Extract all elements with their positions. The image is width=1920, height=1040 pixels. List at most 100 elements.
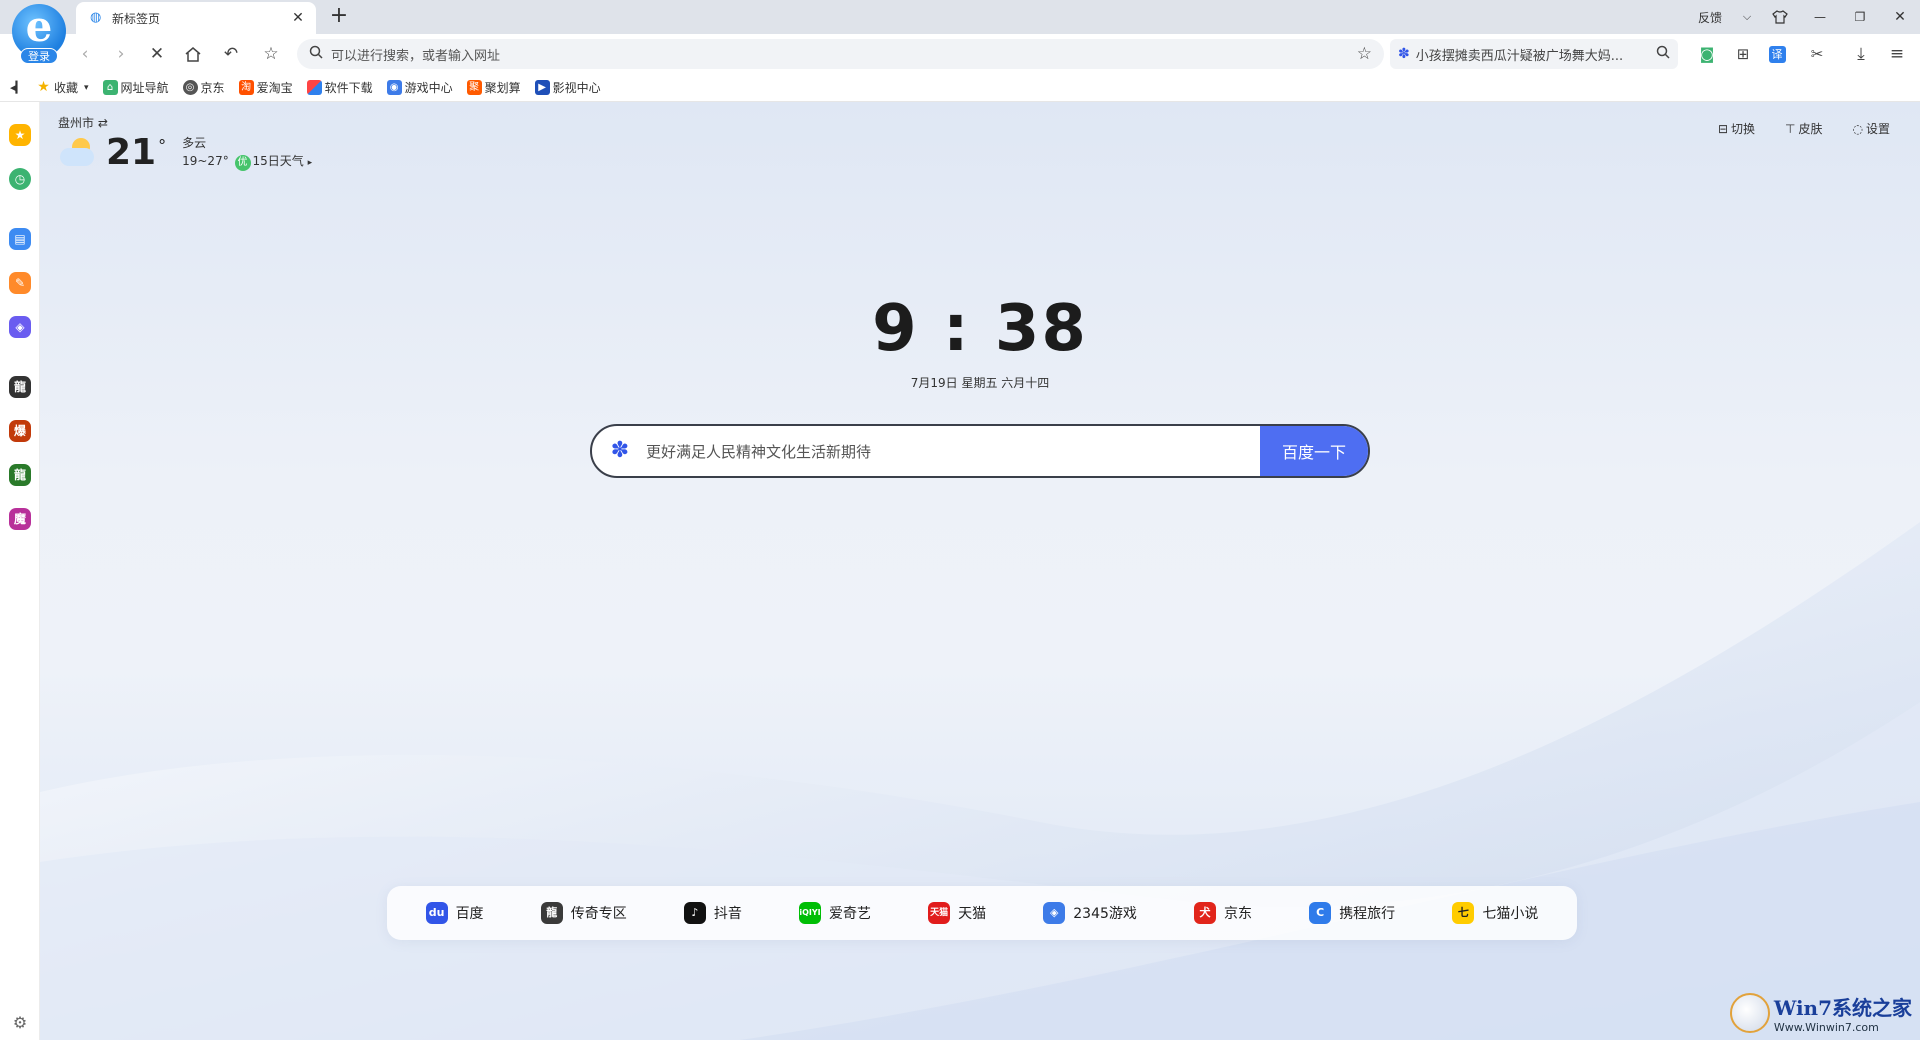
quick-link[interactable]: ♪ 抖音 (683, 902, 742, 924)
tools-icon[interactable]: ✎ (9, 272, 31, 294)
forward-icon[interactable]: › (108, 41, 134, 67)
tmall-icon: 天猫 (928, 902, 951, 924)
baidu-search-button[interactable]: 百度一下 (1260, 426, 1368, 476)
quick-link[interactable]: C 携程旅行 (1309, 902, 1395, 924)
jd-icon: 犬 (1194, 902, 1217, 924)
bookmark-item[interactable]: 软件下载 (306, 79, 373, 96)
close-window-icon[interactable]: ✕ (1880, 0, 1920, 34)
bookmark-star-icon[interactable]: ☆ (258, 41, 284, 67)
page-actions: ⊟ 切换 ⊤ 皮肤 ◌ 设置 (1688, 120, 1890, 137)
logo-e-icon: e (25, 2, 53, 51)
star-icon: ★ (37, 79, 50, 95)
city-selector[interactable]: 盘州市 ⇄ (58, 114, 108, 131)
baidu-icon[interactable]: ✽ (606, 437, 634, 465)
temp-range: 19~27° (182, 154, 229, 168)
game-magic-icon[interactable]: 魔 (9, 508, 31, 530)
translate-icon[interactable]: 译 (1764, 41, 1790, 67)
settings-button[interactable]: ◌ 设置 (1853, 120, 1891, 137)
skin-shirt-icon[interactable] (1760, 0, 1800, 34)
switch-button[interactable]: ⊟ 切换 (1718, 120, 1755, 137)
quick-link[interactable]: 天猫 天猫 (928, 902, 986, 924)
douyin-icon: ♪ (683, 902, 706, 924)
quick-link[interactable]: 犬京东 (1194, 902, 1252, 924)
address-input[interactable]: 可以进行搜索，或者输入网址 (331, 45, 1357, 64)
download-icon[interactable]: ⤓ (1848, 41, 1874, 67)
baidu-icon: du (425, 902, 448, 924)
clock-date: 7月19日 星期五 六月十四 (910, 376, 1050, 390)
software-icon (306, 80, 322, 95)
tab-bar: e 登录 ◍ 新标签页 ✕ + 反馈 ⌵ — ❐ ✕ (0, 0, 1920, 64)
menu-icon[interactable]: ≡ (1884, 41, 1910, 67)
qimao-icon: 七 (1452, 902, 1475, 924)
hot-search-box[interactable]: ✽ 小孩摆摊卖西瓜汁疑被广场舞大妈... (1390, 39, 1678, 69)
new-tab-button[interactable]: + (326, 4, 352, 30)
restore-icon[interactable]: ❐ (1840, 0, 1880, 34)
quick-link[interactable]: iQIYI 爱奇艺 (798, 902, 871, 924)
ctrip-icon: C (1309, 902, 1332, 924)
clock-time: 9 : 38 (872, 292, 1088, 366)
skin-button[interactable]: ⊤ 皮肤 (1785, 120, 1822, 137)
tab-new-tab[interactable]: ◍ 新标签页 ✕ (76, 2, 316, 34)
quick-link[interactable]: 龍传奇专区 (540, 902, 627, 924)
game-explode-icon[interactable]: 爆 (9, 420, 31, 442)
bookmark-item[interactable]: 淘爱淘宝 (238, 79, 293, 96)
game-center-icon: ◉ (386, 80, 402, 95)
favorites-star-icon[interactable]: ★ (9, 124, 31, 146)
bookmark-item[interactable]: ⌂ 网址导航 (102, 79, 169, 96)
switch-arrows-icon: ⇄ (97, 116, 108, 130)
hot-search-text[interactable]: 小孩摆摊卖西瓜汁疑被广场舞大妈... (1416, 45, 1656, 64)
feedback-button[interactable]: 反馈 (1686, 0, 1734, 34)
search-input[interactable]: 更好满足人民精神文化生活新期待 (646, 441, 1260, 462)
baidu-search-box: ✽ 更好满足人民精神文化生活新期待 百度一下 (590, 424, 1370, 478)
chevron-right-icon: ▸ (307, 158, 313, 168)
address-bar[interactable]: 可以进行搜索，或者输入网址 ☆ (297, 39, 1384, 69)
history-clock-icon[interactable]: ◷ (9, 168, 31, 190)
bookmark-item[interactable]: 聚聚划算 (466, 79, 521, 96)
partly-cloudy-icon (60, 138, 96, 168)
shirt-icon: ⊤ (1785, 121, 1796, 136)
left-sidebar: ★ ◷ ▤ ✎ ◈ 龍 爆 龍 魔 ⚙ (0, 102, 40, 1040)
browser-logo[interactable]: e 登录 (8, 2, 70, 66)
minimize-icon[interactable]: — (1800, 0, 1840, 34)
game-dragon-icon[interactable]: 龍 (9, 376, 31, 398)
apps-grid-icon[interactable]: ⊞ (1730, 41, 1756, 67)
video-center-icon: ▶ (534, 80, 550, 95)
toolbox-icon[interactable]: ▤ (9, 228, 31, 250)
tab-close-icon[interactable]: ✕ (290, 10, 306, 26)
forecast-link[interactable]: 15日天气 (253, 154, 304, 168)
tab-favicon-icon: ◍ (90, 10, 102, 25)
quick-link[interactable]: 七七猫小说 (1452, 902, 1538, 924)
settings-icon: ◌ (1852, 121, 1863, 136)
weather-condition: 多云 (182, 136, 207, 150)
login-button[interactable]: 登录 (20, 48, 58, 64)
wechat-icon[interactable]: ◙ (1694, 41, 1720, 67)
chevron-down-icon[interactable]: ⌵ (1734, 0, 1760, 34)
bookmark-item[interactable]: ▶ 影视中心 (534, 79, 601, 96)
globe-icon: ◎ (182, 80, 198, 95)
quick-link[interactable]: du 百度 (425, 902, 484, 924)
bookmark-item[interactable]: ★ 收藏 ▾ (36, 79, 89, 96)
juhuasuan-icon: 聚 (466, 80, 482, 95)
chevron-down-icon[interactable]: ▾ (84, 83, 89, 93)
sidebar-toggle-icon[interactable]: ◂▎ (10, 81, 24, 94)
watermark-title: Win7系统之家 (1773, 996, 1912, 1020)
quick-links-bar: du 百度 龍传奇专区 ♪ 抖音 iQIYI 爱奇艺 天猫 天猫 ◈ 2345游戏 犬京东… (387, 886, 1577, 940)
quick-link[interactable]: ◈ 2345游戏 (1043, 902, 1137, 924)
undo-close-icon[interactable]: ↶ (218, 41, 244, 67)
hot-search-icon[interactable] (1656, 45, 1670, 63)
bookmark-item[interactable]: ◉ 游戏中心 (386, 79, 453, 96)
windows-logo-icon (1729, 993, 1770, 1033)
legend-icon: 龍 (540, 902, 563, 924)
back-icon[interactable]: ‹ (72, 41, 98, 67)
home-icon[interactable] (180, 41, 206, 67)
game-legend-icon[interactable]: 龍 (9, 464, 31, 486)
taobao-icon: 淘 (238, 80, 254, 95)
gear-icon[interactable]: ⚙ (11, 1014, 29, 1032)
gamepad-icon[interactable]: ◈ (9, 316, 31, 338)
new-tab-page: 盘州市 ⇄ 21 ° 多云 19~27° 优 15日天气 ▸ ⊟ 切换 ⊤ 皮肤 ◌ 设… (40, 102, 1920, 1040)
bookmark-item[interactable]: ◎ 京东 (182, 79, 225, 96)
favorite-star-icon[interactable]: ☆ (1357, 44, 1372, 64)
screenshot-scissors-icon[interactable]: ✂ (1804, 41, 1830, 67)
weather-widget[interactable]: 21 ° 多云 19~27° 优 15日天气 ▸ (60, 134, 312, 172)
stop-loading-icon[interactable]: ✕ (144, 41, 170, 67)
